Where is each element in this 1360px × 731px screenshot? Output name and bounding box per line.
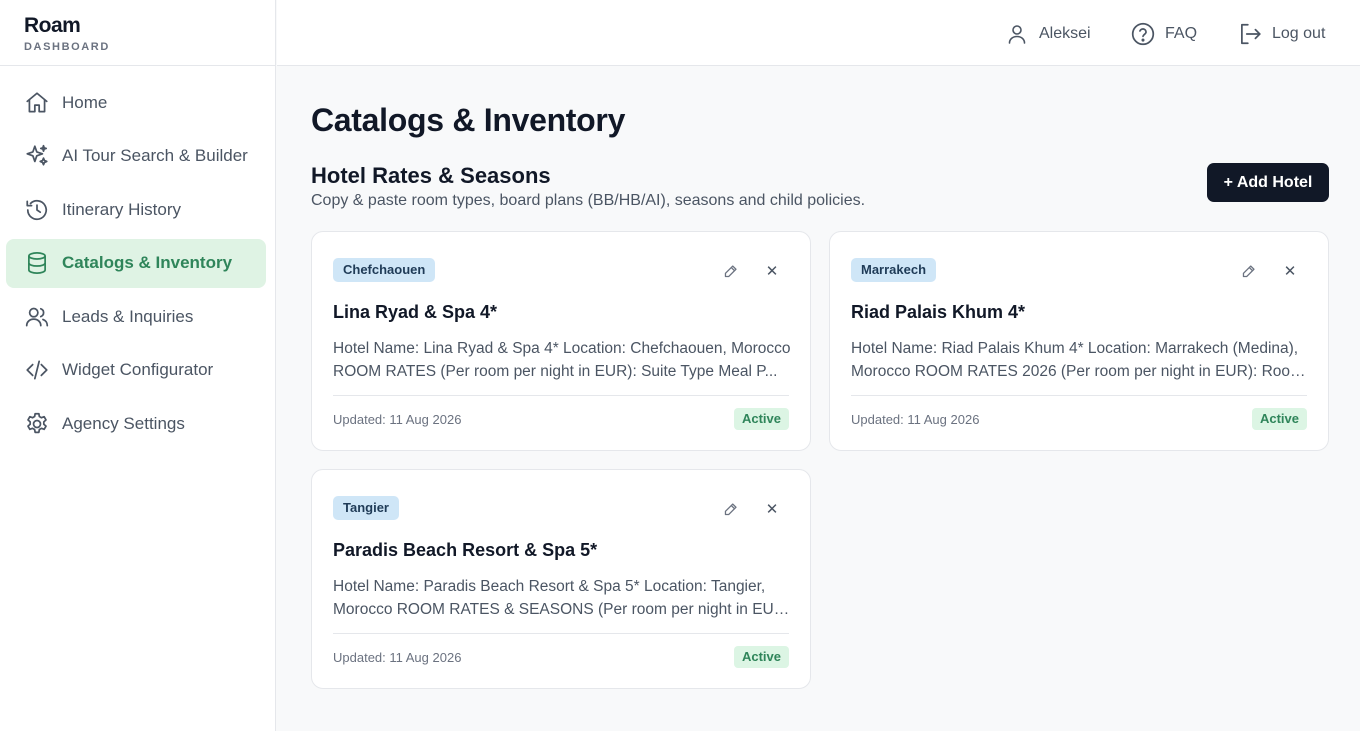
app-root: Roam DASHBOARD Home AI Tour Search & Bui…: [0, 0, 1360, 731]
help-circle-icon: [1130, 21, 1156, 47]
description-line: Hotel Name: Riad Palais Khum 4* Location…: [851, 340, 1299, 357]
brand-name: Roam: [24, 14, 81, 37]
sidebar-item-widget-configurator[interactable]: Widget Configurator: [6, 346, 266, 395]
updated-date: Updated: 11 Aug 2026: [851, 412, 980, 427]
description-line: Morocco ROOM RATES & SEASONS (Per room p…: [333, 601, 791, 618]
logout-label: Log out: [1272, 25, 1326, 42]
user-icon: [1004, 21, 1030, 47]
faq-label: FAQ: [1165, 25, 1198, 42]
hotel-card[interactable]: Marrakech ✕ Riad Palais Khum 4* Hotel Na…: [829, 231, 1329, 451]
users-icon: [24, 304, 50, 330]
close-icon[interactable]: ✕: [761, 498, 783, 520]
close-icon[interactable]: ✕: [761, 260, 783, 282]
status-badge: Active: [733, 408, 789, 430]
sidebar-item-label: Itinerary History: [62, 199, 182, 219]
updated-date: Updated: 11 Aug 2026: [333, 650, 462, 665]
sidebar-item-label: AI Tour Search & Builder: [62, 146, 248, 165]
description-line: Morocco ROOM RATES 2026 (Per room per ni…: [851, 363, 1309, 380]
faq-button[interactable]: FAQ: [1130, 20, 1197, 48]
sidebar-item-label: Catalogs & Inventory: [62, 253, 233, 272]
logout-icon: [1237, 21, 1263, 47]
card-divider: [333, 395, 789, 396]
updated-date: Updated: 11 Aug 2026: [333, 412, 462, 427]
status-badge: Active: [1251, 408, 1307, 430]
hotel-card[interactable]: Tangier ✕ Paradis Beach Resort & Spa 5* …: [311, 469, 811, 689]
hotel-name: Lina Ryad & Spa 4*: [333, 302, 498, 322]
sidebar: Roam DASHBOARD Home AI Tour Search & Bui…: [0, 0, 276, 731]
location-tag: Chefchaouen: [333, 258, 436, 282]
user-menu-button[interactable]: Aleksei: [1004, 20, 1091, 48]
card-divider: [333, 633, 789, 634]
logout-button[interactable]: Log out: [1237, 20, 1325, 48]
hotel-name: Paradis Beach Resort & Spa 5*: [333, 540, 598, 560]
sidebar-item-catalogs-inventory[interactable]: Catalogs & Inventory: [6, 238, 266, 288]
edit-icon[interactable]: [720, 498, 742, 520]
sidebar-item-label: Leads & Inquiries: [62, 306, 194, 326]
home-icon: [24, 90, 50, 116]
status-badge: Active: [733, 646, 789, 668]
sidebar-item-home[interactable]: Home: [6, 78, 266, 127]
hotel-description: Hotel Name: Riad Palais Khum 4* Location…: [851, 337, 1309, 383]
hotel-description: Hotel Name: Paradis Beach Resort & Spa 5…: [333, 575, 791, 621]
section-subtitle: Copy & paste room types, board plans (BB…: [311, 192, 866, 209]
brand-subtitle: DASHBOARD: [24, 41, 110, 53]
sidebar-item-label: Agency Settings: [62, 413, 185, 433]
gear-icon: [24, 411, 50, 437]
sidebar-item-label: Widget Configurator: [62, 360, 214, 379]
sidebar-item-itinerary-history[interactable]: Itinerary History: [6, 185, 266, 234]
main-content: Catalogs & Inventory Hotel Rates & Seaso…: [277, 66, 1360, 731]
history-icon: [24, 197, 50, 223]
location-tag: Tangier: [333, 496, 399, 520]
code-icon: [24, 357, 50, 383]
edit-icon[interactable]: [1238, 260, 1260, 282]
description-line: ROOM RATES (Per room per night in EUR): …: [333, 363, 778, 380]
sidebar-item-label: Home: [62, 92, 108, 112]
close-icon[interactable]: ✕: [1279, 260, 1301, 282]
add-hotel-button[interactable]: + Add Hotel: [1207, 163, 1329, 202]
database-icon: [24, 250, 50, 276]
location-tag: Marrakech: [851, 258, 937, 282]
hotel-description: Hotel Name: Lina Ryad & Spa 4* Location:…: [333, 337, 791, 383]
sidebar-nav: Home AI Tour Search & Builder Itinerary …: [0, 66, 275, 448]
user-name: Aleksei: [1039, 25, 1091, 42]
sidebar-item-leads-inquiries[interactable]: Leads & Inquiries: [6, 292, 266, 341]
edit-icon[interactable]: [720, 260, 742, 282]
sidebar-item-agency-settings[interactable]: Agency Settings: [6, 399, 266, 448]
topbar: Aleksei FAQ Log out: [277, 0, 1360, 66]
hotel-card[interactable]: Chefchaouen ✕ Lina Ryad & Spa 4* Hotel N…: [311, 231, 811, 451]
description-line: Hotel Name: Lina Ryad & Spa 4* Location:…: [333, 340, 791, 357]
hotel-name: Riad Palais Khum 4*: [851, 302, 1026, 322]
brand-logo[interactable]: Roam DASHBOARD: [0, 0, 275, 66]
sparkles-icon: [24, 143, 50, 169]
section-title: Hotel Rates & Seasons: [311, 163, 551, 188]
description-line: Hotel Name: Paradis Beach Resort & Spa 5…: [333, 578, 766, 595]
page-title: Catalogs & Inventory: [311, 102, 626, 138]
sidebar-item-ai-tour-search[interactable]: AI Tour Search & Builder: [6, 132, 266, 181]
card-divider: [851, 395, 1307, 396]
